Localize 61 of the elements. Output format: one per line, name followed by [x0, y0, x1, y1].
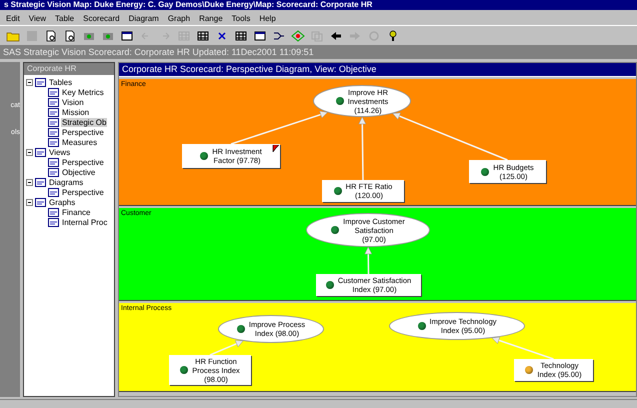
window-icon[interactable] [252, 30, 266, 42]
tree-item[interactable]: Measures [61, 138, 98, 146]
document-icon [48, 168, 59, 176]
tree-item[interactable]: Perspective [61, 188, 105, 196]
connector-arrow [210, 340, 244, 356]
collapse-toggle[interactable] [26, 148, 33, 156]
table-icon[interactable] [196, 30, 210, 42]
document-icon [48, 218, 59, 226]
folder-icon[interactable] [6, 30, 20, 42]
menu-item[interactable]: View [28, 14, 46, 22]
print-preview-icon[interactable] [44, 30, 58, 42]
print-preview-icon[interactable] [62, 30, 76, 42]
tree-item[interactable]: Mission [61, 108, 90, 116]
tree-item[interactable]: Vision [61, 98, 85, 106]
menu-item[interactable]: Diagram [128, 14, 159, 22]
document-icon [48, 138, 59, 146]
tree-item[interactable]: Perspective [61, 158, 105, 166]
tree-item[interactable]: Diagrams [48, 178, 84, 186]
document-icon [48, 208, 59, 216]
diagram-title: Corporate HR Scorecard: Perspective Diagram, View: Objective [119, 63, 636, 77]
collapse-toggle[interactable] [26, 198, 33, 206]
tree-item[interactable]: Strategic Ob [61, 118, 108, 126]
menu-item[interactable]: Scorecard [83, 14, 120, 22]
connector-arrow [492, 336, 554, 360]
panel-title: Corporate HR [24, 63, 114, 75]
tree-item[interactable]: Graphs [48, 198, 76, 206]
collapse-toggle[interactable] [26, 178, 33, 186]
tree-item[interactable]: Tables [48, 78, 74, 86]
document-icon [35, 178, 46, 186]
tree-item[interactable]: Views [48, 148, 72, 156]
tree-item[interactable]: Finance [61, 208, 92, 216]
window-title: s Strategic Vision Map: Duke Energy: C. Gay Demos\Duke Energy\Map: Scorecard: Corporate HR [0, 0, 637, 10]
back-arrow-icon[interactable] [328, 30, 342, 42]
tree-item[interactable]: Internal Proc [61, 218, 108, 226]
collapse-toggle[interactable] [26, 78, 33, 86]
document-icon [48, 188, 59, 196]
menu-item[interactable]: Range [199, 14, 223, 22]
diamond-icon[interactable] [290, 30, 304, 42]
menu-item[interactable]: Graph [168, 14, 190, 22]
document-icon [48, 128, 59, 136]
menu-item[interactable]: Tools [232, 14, 250, 22]
table-icon[interactable] [234, 30, 248, 42]
document-icon [48, 118, 59, 126]
document-icon [35, 198, 46, 206]
menu-item[interactable]: Edit [6, 14, 20, 22]
tree-item[interactable]: Key Metrics [61, 88, 105, 96]
branch-icon[interactable] [272, 30, 286, 42]
menu-item[interactable]: Help [259, 14, 276, 22]
tree-item[interactable]: Objective [61, 168, 96, 176]
connector-arrow [364, 246, 372, 274]
document-icon [35, 78, 46, 86]
document-icon [48, 108, 59, 116]
document-icon [48, 158, 59, 166]
document-icon [48, 98, 59, 106]
document-icon [48, 88, 59, 96]
menu-item[interactable]: Table [55, 14, 74, 22]
status-bar: SAS Strategic Vision Scorecard: Corporate HR Updated: 11Dec2001 11:09:51 [0, 45, 637, 59]
connector-arrow [358, 116, 366, 180]
window-icon[interactable] [120, 30, 134, 42]
tree-item[interactable]: Perspective [61, 128, 105, 136]
document-icon [35, 148, 46, 156]
